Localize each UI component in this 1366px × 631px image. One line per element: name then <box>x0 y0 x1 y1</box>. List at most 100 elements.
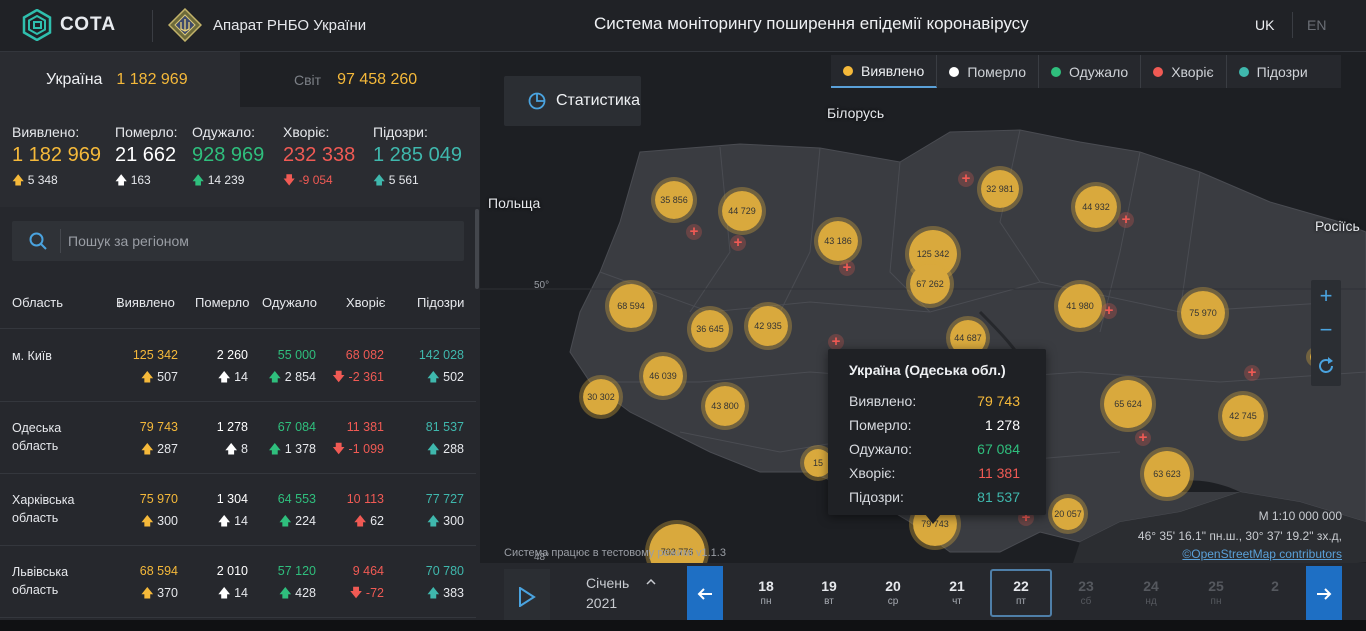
day-item[interactable]: 2 <box>1250 578 1300 596</box>
stat-detected: Виявлено: 1 182 969 🡅 5 348 <box>12 124 101 192</box>
lang-uk-button[interactable]: UK <box>1255 17 1274 33</box>
hospital-cross-icon[interactable]: + <box>1135 430 1151 446</box>
arrow-up-icon: 🡅 <box>140 370 158 384</box>
hospital-cross-icon[interactable]: + <box>1244 365 1260 381</box>
col-died[interactable]: Померло <box>195 295 250 310</box>
map-coordinates: 46° 35' 16.1" пн.ш., 30° 37' 19.2" зх.д, <box>1137 529 1342 543</box>
arrow-up-icon: 🡅 <box>278 514 296 528</box>
stat-suspected: Підозри: 1 285 049 🡅 5 561 <box>373 124 462 192</box>
day-number: 21 <box>949 578 965 594</box>
day-item[interactable]: 25 пн <box>1191 578 1241 607</box>
hospital-cross-icon[interactable]: + <box>1118 212 1134 228</box>
day-item[interactable]: 22 пт <box>990 569 1052 617</box>
map-area[interactable]: Статистика Виявлено Померло Одужало Хвор… <box>480 52 1366 631</box>
next-day-button[interactable] <box>1306 566 1342 622</box>
case-cluster-marker[interactable]: 67 262 <box>906 260 954 308</box>
weekday: ср <box>887 596 899 607</box>
case-cluster-marker[interactable]: 43 186 <box>814 217 862 265</box>
legend-detected[interactable]: Виявлено <box>831 55 938 88</box>
scrollbar[interactable] <box>475 209 479 289</box>
suspected-value: 70 780 <box>425 564 464 578</box>
day-item[interactable]: 20 ср <box>868 578 918 607</box>
case-cluster-marker[interactable]: 43 800 <box>701 382 749 430</box>
zoom-in-button[interactable]: + <box>1311 280 1341 312</box>
legend-died[interactable]: Померло <box>937 55 1040 88</box>
hospital-cross-icon[interactable]: + <box>839 260 855 276</box>
statistics-button[interactable]: Статистика <box>504 76 641 126</box>
tab-ukraine[interactable]: Україна 1 182 969 <box>0 52 240 107</box>
col-recovered[interactable]: Одужало <box>262 295 317 310</box>
legend-suspected[interactable]: Підозри <box>1227 55 1320 88</box>
col-region[interactable]: Область <box>12 295 63 310</box>
tab-world[interactable]: Світ 97 458 260 <box>240 52 480 107</box>
chevron-up-icon[interactable] <box>646 577 656 587</box>
stat-delta: 🡅 5 348 <box>12 173 58 187</box>
stat-label: Підозри: <box>373 124 428 140</box>
died-delta: 🡅 14 <box>217 514 248 528</box>
table-row[interactable]: Львівська область 68 594 🡅 370 2 010 🡅 14 57 … <box>0 546 476 618</box>
hospital-cross-icon[interactable]: + <box>958 171 974 187</box>
arrow-up-icon: 🡅 <box>140 442 158 456</box>
logo[interactable]: СОТА <box>22 9 116 41</box>
case-cluster-marker[interactable]: 63 623 <box>1140 447 1194 501</box>
legend-recovered[interactable]: Одужало <box>1039 55 1142 88</box>
case-cluster-marker[interactable]: 32 981 <box>977 166 1023 212</box>
top-bar: СОТА Апарат РНБО України Система монітор… <box>0 0 1366 52</box>
day-item[interactable]: 23 сб <box>1061 578 1111 607</box>
day-item[interactable]: 24 нд <box>1126 578 1176 607</box>
hospital-cross-icon[interactable]: + <box>1101 303 1117 319</box>
osm-attribution-link[interactable]: ©OpenStreetMap contributors <box>1182 547 1342 561</box>
case-cluster-marker[interactable]: 41 980 <box>1054 280 1106 332</box>
day-item[interactable]: 19 вт <box>804 578 854 607</box>
died-value: 2 260 <box>216 348 248 362</box>
case-cluster-marker[interactable]: 30 302 <box>579 375 623 419</box>
detected-delta: 🡅 370 <box>140 586 178 600</box>
col-sick[interactable]: Хворіє <box>346 295 385 310</box>
died-value: 1 278 <box>216 420 248 434</box>
search-icon[interactable] <box>28 231 48 251</box>
stat-died: Померло: 21 662 🡅 163 <box>115 124 178 192</box>
refresh-button[interactable] <box>1311 350 1341 382</box>
case-cluster-marker[interactable]: 42 935 <box>744 302 792 350</box>
sick-value: 9 464 <box>352 564 384 578</box>
divider <box>1292 12 1293 38</box>
lang-en-button[interactable]: EN <box>1307 17 1326 33</box>
case-cluster-marker[interactable]: 20 057 <box>1048 494 1088 534</box>
case-cluster-marker[interactable]: 42 745 <box>1218 391 1268 441</box>
case-cluster-marker[interactable]: 44 932 <box>1071 182 1121 232</box>
legend-sick[interactable]: Хворіє <box>1141 55 1227 88</box>
hospital-cross-icon[interactable]: + <box>686 224 702 240</box>
play-button[interactable] <box>504 569 550 625</box>
search-input[interactable] <box>68 221 448 261</box>
recovered-delta: 🡅 1 378 <box>268 442 316 456</box>
month-selector[interactable]: Січень 2021 <box>586 573 629 613</box>
region-list: Область Виявлено ↓ Померло Одужало Хворі… <box>0 207 480 631</box>
day-item[interactable]: 21 чт <box>932 578 982 607</box>
statistics-label: Статистика <box>556 92 641 109</box>
stat-delta: 🡅 5 561 <box>373 173 419 187</box>
case-cluster-marker[interactable]: 75 970 <box>1177 287 1229 339</box>
map-controls: + − <box>1311 280 1341 386</box>
case-cluster-marker[interactable]: 36 645 <box>687 306 733 352</box>
table-row[interactable]: м. Київ 125 342 🡅 507 2 260 🡅 14 55 000 🡅 2 85… <box>0 330 476 402</box>
stat-value: 1 182 969 <box>12 144 101 166</box>
case-cluster-marker[interactable]: 46 039 <box>639 352 687 400</box>
zoom-out-button[interactable]: − <box>1311 314 1341 346</box>
arrow-up-icon: 🡅 <box>140 586 158 600</box>
day-item[interactable]: 18 пн <box>741 578 791 607</box>
case-cluster-marker[interactable]: 44 729 <box>718 187 766 235</box>
hospital-cross-icon[interactable]: + <box>730 235 746 251</box>
country-label: Польща <box>488 195 541 211</box>
table-row[interactable]: Харківська область 75 970 🡅 300 1 304 🡅 14 64… <box>0 474 476 546</box>
case-cluster-marker[interactable]: 35 856 <box>651 177 697 223</box>
case-cluster-marker[interactable]: 65 624 <box>1100 376 1156 432</box>
arrow-down-icon: 🡇 <box>283 173 296 187</box>
col-suspected[interactable]: Підозри <box>417 295 464 310</box>
case-cluster-marker[interactable]: 68 594 <box>605 280 657 332</box>
prev-day-button[interactable] <box>687 566 723 622</box>
table-row[interactable]: Одеська область 79 743 🡅 287 1 278 🡅 8 67 084… <box>0 402 476 474</box>
hospital-cross-icon[interactable]: + <box>828 334 844 350</box>
suspected-value: 81 537 <box>425 420 464 434</box>
stat-value: 1 285 049 <box>373 144 462 166</box>
sick-value: 10 113 <box>346 492 384 506</box>
